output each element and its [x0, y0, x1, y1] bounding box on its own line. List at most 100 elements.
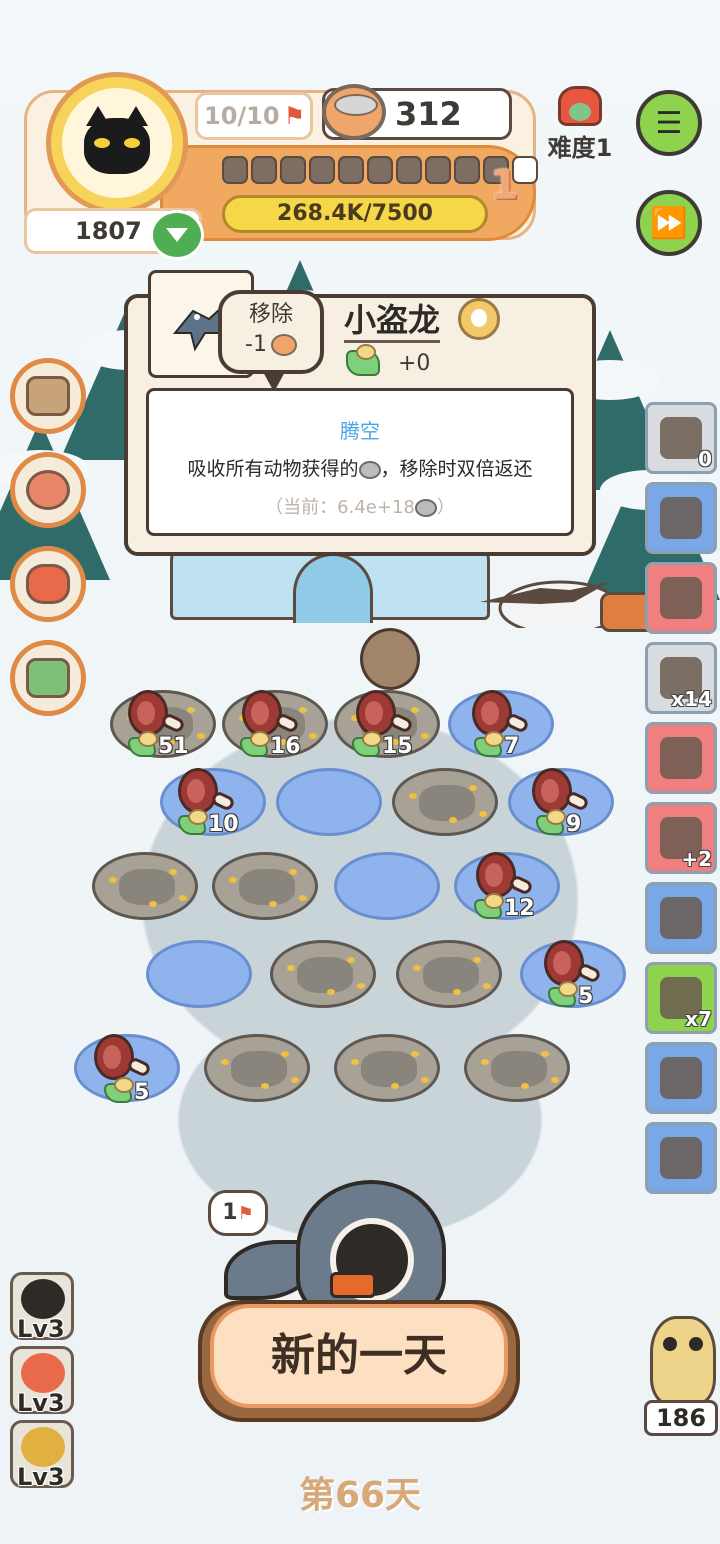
level-segment — [338, 156, 364, 184]
animal-name: 小盗龙 — [344, 300, 441, 343]
board-tile-rock[interactable] — [270, 940, 376, 1008]
flag-counter: 10/10 ⚑ — [195, 92, 313, 140]
pterosaur-icon — [480, 580, 620, 628]
flag-count: 10/10 — [204, 102, 280, 130]
owl-counter[interactable]: 186 — [644, 1316, 718, 1438]
difficulty-label: 难度1 — [547, 134, 613, 162]
drying-rack-icon — [660, 897, 702, 939]
handheld-button[interactable] — [10, 640, 86, 716]
board-tile-ice[interactable] — [276, 768, 382, 836]
skull-coin-icon — [21, 1427, 65, 1467]
board-tile-ice[interactable] — [146, 940, 252, 1008]
current-before: （当前：6.4e+18 — [265, 497, 415, 518]
item-tile-display-box[interactable] — [645, 1122, 717, 1194]
pot-button[interactable] — [10, 452, 86, 528]
board-tile-rock[interactable] — [92, 852, 198, 920]
shark-costume-cat — [296, 1180, 446, 1320]
item-count: x7 — [685, 1007, 712, 1031]
difficulty-indicator[interactable]: 难度1 — [540, 86, 620, 163]
meat-count: 5 — [104, 1076, 150, 1105]
leaf-coin-icon — [474, 730, 504, 757]
leaf-coin-icon — [178, 808, 208, 835]
player-avatar[interactable] — [46, 72, 188, 214]
meat-count: 10 — [178, 808, 239, 837]
igloo-door — [293, 553, 373, 623]
level-segment — [396, 156, 422, 184]
pot-coin-icon — [322, 84, 386, 140]
board-tile-rock[interactable] — [212, 852, 318, 920]
board-tile-rock[interactable] — [396, 940, 502, 1008]
count-value: 10 — [208, 812, 239, 837]
count-value: 5 — [134, 1080, 150, 1105]
skull-badge-icon — [458, 298, 500, 340]
display-box-icon — [660, 1137, 702, 1179]
coin-pouch-icon — [660, 417, 702, 459]
item-count: x14 — [671, 687, 712, 711]
meat-count: 9 — [536, 808, 581, 837]
fast-forward-button[interactable]: ⏩ — [636, 190, 702, 256]
level-segment — [309, 156, 335, 184]
level-label: Lv3 — [17, 1389, 65, 1417]
black-cat-icon — [84, 106, 150, 174]
new-day-button[interactable]: 新的一天 — [210, 1304, 508, 1408]
item-tile-drying-rack[interactable] — [645, 882, 717, 954]
item-tile-butcher-tools[interactable] — [645, 722, 717, 794]
meat-count: 5 — [548, 980, 593, 1009]
board-tile-rock[interactable] — [464, 1034, 570, 1102]
game-scene: 1807 10/10 ⚑ 312 1 268.4K/7500 难度1 ☰ ⏩ 0x… — [0, 0, 720, 1544]
crystal-icon — [660, 577, 702, 619]
level-segment — [280, 156, 306, 184]
skill-name: 腾空 — [340, 419, 380, 443]
difficulty-flower-icon — [558, 86, 602, 126]
gain-value: +0 — [398, 350, 431, 376]
item-count: 0 — [698, 447, 712, 471]
item-tile-machine[interactable]: x14 — [645, 642, 717, 714]
level-segment — [367, 156, 393, 184]
cat-eye — [124, 138, 140, 148]
item-tile-coin-pouch[interactable]: 0 — [645, 402, 717, 474]
level-number: 1 — [490, 162, 518, 208]
item-tile-crystal[interactable] — [645, 562, 717, 634]
mascot-level-item[interactable]: Lv3 — [10, 1420, 74, 1491]
menu-button[interactable]: ☰ — [636, 90, 702, 156]
box-button[interactable] — [10, 358, 86, 434]
meat-count: 7 — [474, 730, 520, 759]
board-tile-rock[interactable] — [204, 1034, 310, 1102]
shark-flag-count: 1 — [222, 1200, 238, 1225]
avatar-portrait — [62, 88, 172, 198]
flag-icon: ⚑ — [237, 1203, 254, 1224]
animal-gain: +0 — [346, 344, 431, 376]
leaf-coin-icon — [240, 730, 270, 757]
remove-button[interactable]: 移除 -1 — [218, 290, 324, 392]
mascot-level-item[interactable]: Lv3 — [10, 1346, 74, 1417]
current-after: ） — [436, 497, 455, 518]
bag-icon — [26, 564, 70, 604]
bag-button[interactable] — [10, 546, 86, 622]
leaf-coin-icon — [352, 730, 382, 757]
count-value: 16 — [270, 734, 301, 759]
board-tile-rock[interactable] — [392, 768, 498, 836]
item-tile-refresh-ticket[interactable]: x7 — [645, 962, 717, 1034]
leaf-coin-icon — [346, 344, 380, 376]
armadillo-icon — [360, 628, 420, 690]
leaf-coin-icon — [536, 808, 566, 835]
board-tile-rock[interactable] — [334, 1034, 440, 1102]
leaf-coin-icon — [548, 980, 578, 1007]
mascot-level-item[interactable]: Lv3 — [10, 1272, 74, 1343]
hut-icon — [660, 1057, 702, 1099]
xp-value: 268.4K/7500 — [277, 201, 433, 226]
coin-icon — [414, 499, 437, 517]
xp-progress-bar: 268.4K/7500 — [222, 195, 488, 233]
item-tile-plus-two-pouch[interactable]: +2 — [645, 802, 717, 874]
item-tile-hut[interactable] — [645, 1042, 717, 1114]
count-value: 7 — [504, 734, 520, 759]
bowtie-icon — [330, 1272, 376, 1298]
black-cat-face-icon — [21, 1279, 65, 1319]
meat-count: 15 — [352, 730, 413, 759]
pot-icon — [26, 470, 70, 510]
item-tile-blue-tool[interactable] — [645, 482, 717, 554]
chevron-down-icon[interactable] — [150, 210, 204, 260]
count-value: 15 — [382, 734, 413, 759]
shark-flag-bubble: 1⚑ — [208, 1190, 268, 1236]
board-tile-ice[interactable] — [334, 852, 440, 920]
